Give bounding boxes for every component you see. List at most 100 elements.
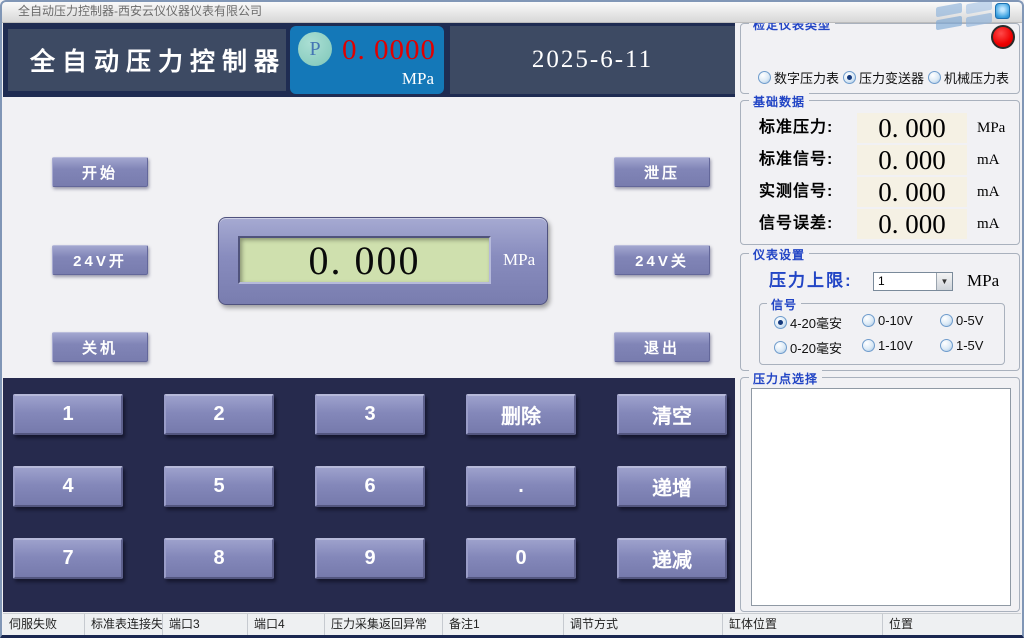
row-value: 0. 000 — [857, 177, 967, 207]
keypad-key-delete[interactable]: 删除 — [466, 394, 576, 435]
pressure-limit-unit: MPa — [967, 269, 999, 293]
shutdown-button[interactable]: 关机 — [52, 332, 148, 362]
release-pressure-button[interactable]: 泄压 — [614, 157, 710, 187]
row-value: 0. 000 — [857, 113, 967, 143]
status-servo: 伺服失败 — [3, 614, 85, 635]
radio-signal-1-5v[interactable]: 1-5V — [940, 338, 983, 353]
group-title: 仪表设置 — [749, 246, 809, 263]
gauge-unit: MPa — [402, 69, 434, 89]
row-unit: mA — [977, 177, 1000, 207]
gauge-value: 0. 0000 — [318, 34, 436, 67]
radio-icon — [928, 71, 941, 84]
radio-icon — [774, 341, 787, 354]
row-label: 标准压力: — [759, 113, 833, 143]
status-port4: 端口4 — [248, 614, 325, 635]
keypad-key[interactable]: 1 — [13, 394, 123, 435]
data-row-signal-error: 信号误差: 0. 000 mA — [741, 209, 1019, 239]
row-label: 信号误差: — [759, 209, 833, 239]
row-unit: MPa — [977, 113, 1005, 143]
keypad-key-increment[interactable]: 递增 — [617, 466, 727, 507]
date-text: 2025-6-11 — [532, 46, 653, 74]
radio-signal-0-20ma[interactable]: 0-20毫安 — [774, 338, 842, 357]
app-title-block: 全自动压力控制器 — [8, 29, 286, 91]
radio-pressure-transmitter[interactable]: 压力变送器 — [843, 68, 924, 87]
status-bar: 伺服失败 标准表连接失败 端口3 端口4 压力采集返回异常 备注1 调节方式 缸… — [3, 613, 1021, 635]
status-position: 位置 — [883, 614, 1021, 635]
row-label: 实测信号: — [759, 177, 833, 207]
group-instrument-type: 检定仪表类型 数字压力表 压力变送器 机械压力表 — [740, 23, 1020, 94]
radio-signal-4-20ma[interactable]: 4-20毫安 — [774, 313, 842, 332]
keypad-key[interactable]: 6 — [315, 466, 425, 507]
status-note: 备注1 — [443, 614, 564, 635]
keypad-key-clear[interactable]: 清空 — [617, 394, 727, 435]
keypad-panel: 1 2 3 删除 清空 4 5 6 . 递增 7 8 9 0 递减 — [3, 378, 735, 612]
keypad-key[interactable]: 9 — [315, 538, 425, 579]
group-title: 压力点选择 — [749, 370, 822, 387]
pressure-limit-label: 压力上限: — [769, 269, 853, 293]
app-glyph-icon — [995, 3, 1010, 19]
radio-icon — [940, 314, 953, 327]
header-band: 全自动压力控制器 P 0. 0000 MPa 2025-6-11 — [3, 23, 735, 97]
radio-label: 1-5V — [956, 338, 983, 353]
keypad-key-decrement[interactable]: 递减 — [617, 538, 727, 579]
keypad-key[interactable]: 7 — [13, 538, 123, 579]
window-title: 全自动压力控制器-西安云仪仪器仪表有限公司 — [18, 4, 262, 18]
keypad-key[interactable]: 2 — [164, 394, 274, 435]
group-title: 基础数据 — [749, 93, 809, 110]
radio-label: 机械压力表 — [944, 68, 1009, 87]
keypad-key[interactable]: 5 — [164, 466, 274, 507]
chevron-down-icon[interactable]: ▼ — [936, 273, 952, 290]
radio-label: 4-20毫安 — [790, 313, 842, 332]
radio-icon — [862, 339, 875, 352]
keypad-key-dot[interactable]: . — [466, 466, 576, 507]
keypad-key[interactable]: 0 — [466, 538, 576, 579]
pressure-gauge: P 0. 0000 MPa — [290, 26, 444, 94]
radio-icon — [940, 339, 953, 352]
pressure-limit-select[interactable]: 1 ▼ — [873, 272, 953, 291]
row-value: 0. 000 — [857, 145, 967, 175]
24v-on-button[interactable]: 24V开 — [52, 245, 148, 275]
radio-icon — [843, 71, 856, 84]
app-title: 全自动压力控制器 — [30, 42, 286, 78]
group-instrument-settings: 仪表设置 压力上限: 1 ▼ MPa 信号 4-20毫安 0-10V 0-5V … — [740, 253, 1020, 371]
data-row-standard-pressure: 标准压力: 0. 000 MPa — [741, 113, 1019, 143]
group-signal: 信号 4-20毫安 0-10V 0-5V 0-20毫安 1-10V — [759, 303, 1005, 365]
pressure-display-panel: 0. 000 MPa — [218, 217, 548, 305]
radio-icon — [862, 314, 875, 327]
group-basic-data: 基础数据 标准压力: 0. 000 MPa 标准信号: 0. 000 mA 实测… — [740, 100, 1020, 245]
status-port3: 端口3 — [163, 614, 248, 635]
status-pressure-acquisition: 压力采集返回异常 — [325, 614, 443, 635]
radio-signal-0-5v[interactable]: 0-5V — [940, 313, 983, 328]
status-adjust-mode: 调节方式 — [564, 614, 723, 635]
data-row-standard-signal: 标准信号: 0. 000 mA — [741, 145, 1019, 175]
title-bar[interactable]: 全自动压力控制器-西安云仪仪器仪表有限公司 — [0, 0, 1024, 23]
row-value: 0. 000 — [857, 209, 967, 239]
radio-digital-gauge[interactable]: 数字压力表 — [758, 68, 839, 87]
radio-icon — [774, 316, 787, 329]
keypad-key[interactable]: 8 — [164, 538, 274, 579]
radio-icon — [758, 71, 771, 84]
keypad-key[interactable]: 3 — [315, 394, 425, 435]
pressure-display-unit: MPa — [503, 250, 535, 270]
radio-signal-0-10v[interactable]: 0-10V — [862, 313, 913, 328]
row-unit: mA — [977, 209, 1000, 239]
row-unit: mA — [977, 145, 1000, 175]
radio-label: 0-10V — [878, 313, 913, 328]
24v-off-button[interactable]: 24V关 — [614, 245, 710, 275]
radio-mechanical-gauge[interactable]: 机械压力表 — [928, 68, 1009, 87]
pressure-display: 0. 000 — [238, 236, 491, 284]
keypad-key[interactable]: 4 — [13, 466, 123, 507]
pressure-point-list[interactable] — [751, 388, 1011, 606]
radio-label: 0-5V — [956, 313, 983, 328]
exit-button[interactable]: 退出 — [614, 332, 710, 362]
group-pressure-points: 压力点选择 — [740, 377, 1020, 612]
data-row-measured-signal: 实测信号: 0. 000 mA — [741, 177, 1019, 207]
radio-label: 0-20毫安 — [790, 338, 842, 357]
radio-label: 1-10V — [878, 338, 913, 353]
windows-logo-icon — [936, 1, 996, 28]
start-button[interactable]: 开始 — [52, 157, 148, 187]
row-label: 标准信号: — [759, 145, 833, 175]
radio-label: 压力变送器 — [859, 68, 924, 87]
date-display: 2025-6-11 — [450, 26, 735, 94]
radio-signal-1-10v[interactable]: 1-10V — [862, 338, 913, 353]
